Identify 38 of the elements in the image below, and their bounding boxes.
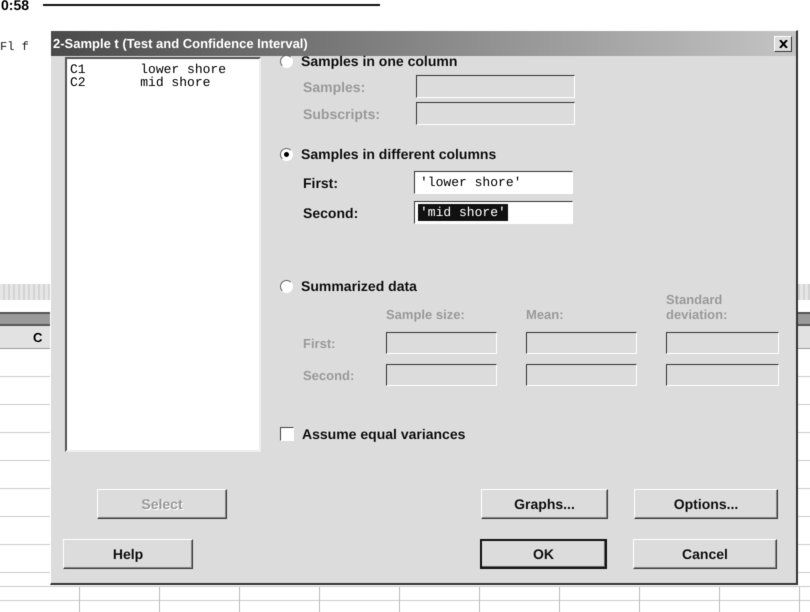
column-label: Standard deviation:	[666, 292, 728, 322]
session-text: Fl f	[0, 40, 29, 54]
dialog-button[interactable]: Graphs...	[481, 489, 608, 519]
dialog-button[interactable]: OK	[480, 539, 607, 569]
row-label: Second:	[303, 368, 356, 382]
input-field[interactable]: 'lower shore'	[414, 171, 573, 194]
checkbox[interactable]	[280, 427, 294, 441]
input-field[interactable]	[666, 332, 779, 354]
dialog-button[interactable]: Options...	[634, 489, 778, 519]
dialog-button[interactable]: Help	[63, 539, 193, 569]
column-label: Mean:	[526, 307, 565, 322]
column-header: C	[33, 330, 42, 344]
field-label: First:	[303, 174, 339, 190]
list-item[interactable]: C1 lower shore	[70, 63, 259, 76]
field-label: Second:	[303, 204, 360, 220]
radio-button[interactable]	[280, 148, 293, 160]
input-field[interactable]	[526, 364, 637, 386]
column-label: Sample size:	[386, 307, 466, 322]
input-field[interactable]: 'mid shore'	[414, 201, 573, 224]
dialog-button[interactable]: Cancel	[633, 539, 777, 569]
input-field[interactable]	[386, 364, 497, 386]
input-field[interactable]	[666, 364, 779, 386]
variable-list[interactable]: C1 lower shore C2 mid shore	[65, 57, 261, 452]
input-field[interactable]	[416, 75, 575, 98]
field-label: Subscripts:	[303, 106, 382, 122]
session-time: 0:58	[0, 0, 30, 13]
option-label: Summarized data	[301, 278, 417, 294]
field-label: Samples:	[303, 78, 366, 94]
option-label: Samples in different columns	[301, 146, 496, 162]
option-label: Samples in one column	[301, 53, 458, 69]
checkbox-label: Assume equal variances	[302, 426, 466, 442]
row-label: First:	[303, 336, 336, 350]
input-field[interactable]	[386, 332, 497, 354]
input-field[interactable]	[416, 102, 575, 125]
list-item[interactable]: C2 mid shore	[70, 76, 259, 89]
window-title: 2-Sample t (Test and Confidence Interval)	[53, 36, 308, 51]
input-field[interactable]	[526, 332, 637, 354]
close-icon[interactable]	[774, 36, 792, 52]
